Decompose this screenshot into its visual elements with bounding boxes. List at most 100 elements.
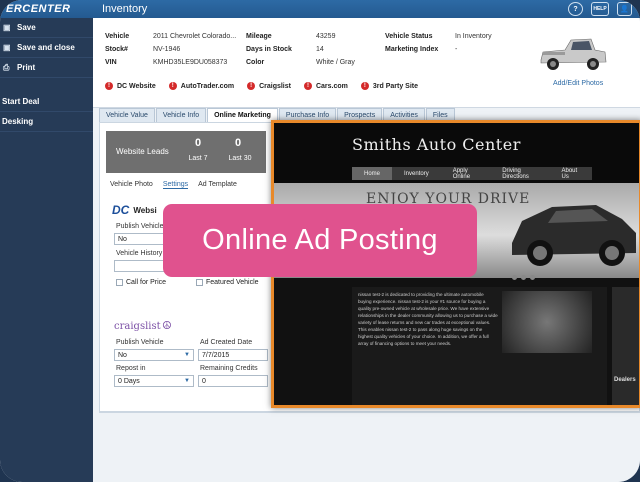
cl-created-field[interactable]: 7/7/2015 bbox=[198, 349, 268, 361]
leads-last30-label: Last 30 bbox=[228, 155, 252, 162]
preview-nav-inventory[interactable]: Inventory bbox=[392, 171, 441, 177]
subtab-settings[interactable]: Settings bbox=[162, 181, 189, 189]
leads-last30-value: 0 bbox=[234, 137, 242, 149]
tab-vehicle-value[interactable]: Vehicle Value bbox=[99, 108, 155, 122]
sidebar-item-start-deal[interactable]: Start Deal bbox=[0, 92, 93, 112]
chevron-down-icon: ▼ bbox=[184, 378, 190, 384]
dc-publish-label: Publish Vehicle bbox=[116, 223, 164, 230]
cl-repost-select[interactable]: 0 Days ▼ bbox=[114, 375, 194, 387]
cl-credits-label: Remaining Credits bbox=[200, 365, 258, 372]
sidebar-item-label: Print bbox=[17, 63, 36, 72]
preview-sidebar-label: Dealers bbox=[614, 377, 636, 383]
dc-section-title: Websi bbox=[133, 205, 157, 215]
preview-nav-directions[interactable]: Driving Directions bbox=[490, 168, 549, 180]
stock-label: Stock# bbox=[105, 46, 128, 53]
leads-last7-value: 0 bbox=[194, 137, 202, 149]
days-label: Days in Stock bbox=[246, 46, 292, 53]
sidebar-item-print[interactable]: ⎙ Print bbox=[0, 58, 93, 78]
preview-body-text: nissan test-2 is dedicated to providing … bbox=[358, 292, 498, 346]
add-edit-photos-link[interactable]: Add/Edit Photos bbox=[553, 80, 603, 87]
index-value: - bbox=[455, 46, 458, 53]
featured-vehicle-checkbox[interactable]: Featured Vehicle bbox=[196, 279, 259, 286]
link-cars-com[interactable]: ! Cars.com bbox=[303, 82, 348, 90]
status-value: In Inventory bbox=[455, 33, 492, 40]
app-frame: ERCENTER Inventory ? HELP 👤 ▣ Save ▣ Sav… bbox=[0, 0, 640, 482]
mileage-value: 43259 bbox=[316, 33, 336, 40]
alert-icon: ! bbox=[105, 82, 113, 90]
leads-title: Website Leads bbox=[116, 147, 169, 156]
vin-label: VIN bbox=[105, 59, 117, 66]
help-label-icon[interactable]: HELP bbox=[591, 2, 609, 16]
link-craigslist[interactable]: ! Craigslist bbox=[247, 82, 291, 90]
tab-vehicle-info[interactable]: Vehicle Info bbox=[155, 108, 207, 122]
marketing-links: ! DC Website ! AutoTrader.com ! Craigslist … bbox=[105, 82, 418, 90]
checkbox-label: Featured Vehicle bbox=[206, 279, 259, 286]
preview-carousel-dots[interactable] bbox=[512, 275, 535, 280]
sidebar-item-save-close[interactable]: ▣ Save and close bbox=[0, 38, 93, 58]
color-value: White / Gray bbox=[316, 59, 355, 66]
index-label: Marketing Index bbox=[385, 46, 439, 53]
save-icon: ▣ bbox=[3, 23, 11, 32]
preview-nav-about[interactable]: About Us bbox=[549, 168, 592, 180]
link-dc-website[interactable]: ! DC Website bbox=[105, 82, 156, 90]
page-title: Inventory bbox=[102, 3, 148, 15]
divider bbox=[99, 412, 640, 413]
chevron-down-icon: ▼ bbox=[184, 352, 190, 358]
link-autotrader[interactable]: ! AutoTrader.com bbox=[168, 82, 235, 90]
sidebar-item-save[interactable]: ▣ Save bbox=[0, 18, 93, 38]
link-3rd-party[interactable]: ! 3rd Party Site bbox=[360, 82, 419, 90]
sidebar-item-label: Save and close bbox=[17, 43, 75, 52]
user-icon[interactable]: 👤 bbox=[617, 2, 632, 16]
vin-value: KMHD35LE9DU058373 bbox=[153, 59, 228, 66]
top-bar: ERCENTER Inventory ? HELP 👤 bbox=[0, 0, 640, 18]
cl-repost-label: Repost in bbox=[116, 365, 146, 372]
subtab-vehicle-photo[interactable]: Vehicle Photo bbox=[110, 181, 153, 189]
alert-icon: ! bbox=[303, 82, 312, 90]
dc-website-section-header: DC Websi bbox=[112, 203, 157, 217]
preview-nav-home[interactable]: Home bbox=[352, 167, 393, 180]
link-label: AutoTrader.com bbox=[180, 82, 235, 90]
vehicle-label: Vehicle bbox=[105, 33, 130, 40]
mileage-label: Mileage bbox=[246, 33, 272, 40]
status-label: Vehicle Status bbox=[385, 33, 433, 40]
alert-icon: ! bbox=[360, 82, 369, 90]
preview-nav-apply[interactable]: Apply Online bbox=[441, 168, 491, 180]
cl-publish-select[interactable]: No ▼ bbox=[114, 349, 194, 361]
dc-history-label: Vehicle History bbox=[116, 250, 163, 257]
sidebar-item-label: Save bbox=[17, 23, 36, 32]
preview-sidebar bbox=[612, 287, 639, 405]
preview-nav: Home Inventory Apply Online Driving Dire… bbox=[352, 167, 592, 180]
cl-credits-field[interactable]: 0 bbox=[198, 375, 268, 387]
leads-last7-label: Last 7 bbox=[188, 155, 208, 162]
online-ad-posting-badge: Online Ad Posting bbox=[163, 204, 477, 277]
tab-online-marketing[interactable]: Online Marketing bbox=[207, 108, 278, 122]
link-label: Cars.com bbox=[315, 82, 348, 90]
days-value: 14 bbox=[316, 46, 324, 53]
checkbox-box bbox=[196, 279, 203, 286]
craigslist-logo: craigslist bbox=[114, 321, 161, 332]
stock-value: NV-1946 bbox=[153, 46, 181, 53]
brand-logo: ERCENTER bbox=[6, 3, 71, 15]
checkbox-label: Call for Price bbox=[126, 279, 167, 286]
preview-site-title: Smiths Auto Center bbox=[352, 135, 521, 154]
help-icon[interactable]: ? bbox=[568, 2, 583, 16]
dc-logo: DC bbox=[112, 203, 130, 217]
preview-car-image bbox=[512, 205, 636, 266]
sidebar: ▣ Save ▣ Save and close ⎙ Print Start De… bbox=[0, 18, 93, 482]
website-leads-box: Website Leads 0 0 Last 7 Last 30 bbox=[106, 131, 266, 173]
cl-publish-label: Publish Vehicle bbox=[116, 339, 164, 346]
link-label: DC Website bbox=[117, 82, 156, 90]
link-label: 3rd Party Site bbox=[372, 82, 419, 90]
marketing-subtabs: Vehicle Photo Settings Ad Template bbox=[110, 181, 237, 189]
alert-icon: ! bbox=[168, 82, 177, 90]
field-value: 7/7/2015 bbox=[202, 351, 230, 359]
call-for-price-checkbox[interactable]: Call for Price bbox=[116, 279, 166, 286]
alert-icon: ! bbox=[247, 82, 256, 90]
peace-icon: ☮ bbox=[162, 320, 172, 332]
truck-photo[interactable] bbox=[535, 30, 610, 80]
subtab-ad-template[interactable]: Ad Template bbox=[198, 181, 237, 189]
preview-gear-shift-image bbox=[502, 291, 592, 353]
vehicle-info-header: Vehicle 2011 Chevrolet Colorado... Stock… bbox=[93, 18, 640, 108]
link-label: Craigslist bbox=[259, 82, 291, 90]
sidebar-item-desking[interactable]: Desking bbox=[0, 112, 93, 132]
